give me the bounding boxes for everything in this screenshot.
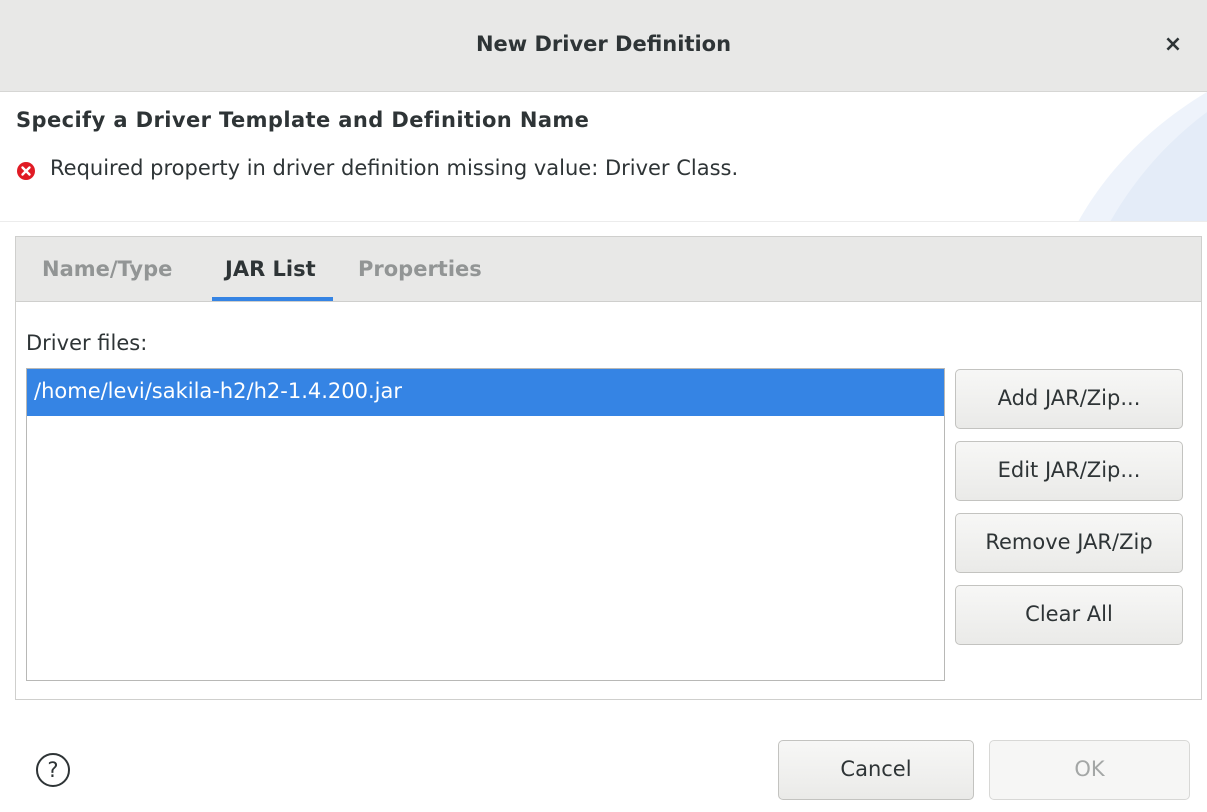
ok-button[interactable]: OK [989, 740, 1190, 800]
remove-jar-button[interactable]: Remove JAR/Zip [955, 513, 1183, 573]
error-icon [17, 162, 35, 180]
wizard-header: Specify a Driver Template and Definition… [0, 92, 1207, 222]
tab-bar: Name/Type JAR List Properties [16, 237, 1201, 302]
clear-all-button[interactable]: Clear All [955, 585, 1183, 645]
cancel-button[interactable]: Cancel [778, 740, 974, 800]
dialog-titlebar: New Driver Definition × [0, 0, 1207, 92]
tab-name-type[interactable]: Name/Type [42, 257, 172, 281]
add-jar-button[interactable]: Add JAR/Zip... [955, 369, 1183, 429]
active-tab-indicator [212, 297, 333, 301]
edit-jar-button[interactable]: Edit JAR/Zip... [955, 441, 1183, 501]
tab-jar-list[interactable]: JAR List [225, 257, 316, 281]
banner-decoration [1078, 92, 1207, 221]
error-message: Required property in driver definition m… [50, 156, 739, 180]
page-heading: Specify a Driver Template and Definition… [16, 108, 590, 132]
close-icon[interactable]: × [1158, 30, 1188, 60]
driver-files-list[interactable]: /home/levi/sakila-h2/h2-1.4.200.jar [26, 368, 945, 681]
dialog-title: New Driver Definition [475, 32, 732, 56]
list-item[interactable]: /home/levi/sakila-h2/h2-1.4.200.jar [27, 369, 944, 416]
driver-files-label: Driver files: [26, 331, 148, 355]
help-icon[interactable]: ? [36, 753, 70, 787]
tab-properties[interactable]: Properties [358, 257, 482, 281]
tab-folder: Name/Type JAR List Properties Driver fil… [15, 236, 1202, 700]
